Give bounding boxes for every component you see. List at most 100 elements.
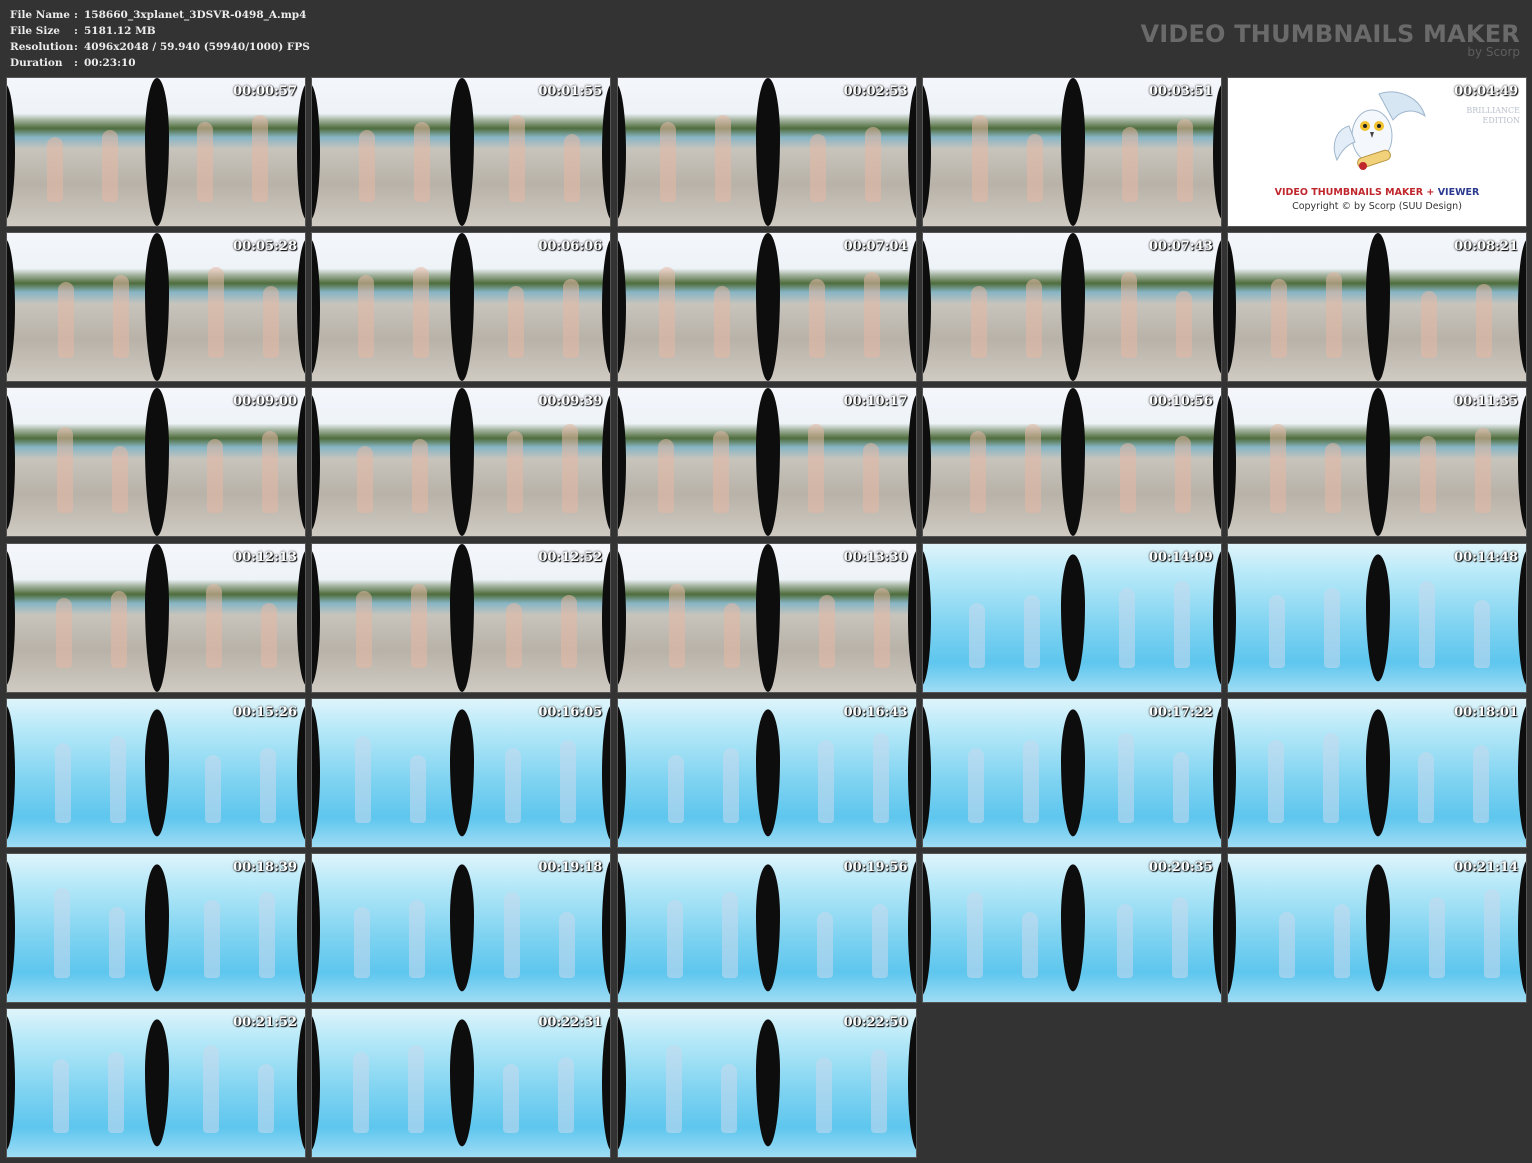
figure-silhouette xyxy=(260,747,276,824)
timestamp-label: 00:01:55 xyxy=(538,84,603,99)
figure-silhouette xyxy=(358,274,375,358)
lens-mask xyxy=(1212,549,1221,686)
figure-silhouette xyxy=(261,602,277,668)
figure-silhouette xyxy=(1484,889,1500,979)
lens-mask xyxy=(617,549,626,686)
lens-mask xyxy=(1518,859,1526,997)
lens-mask xyxy=(755,543,780,692)
timestamp-label: 00:19:56 xyxy=(843,859,908,875)
video-thumbnail[interactable]: 00:09:39 xyxy=(311,387,612,538)
lens-mask xyxy=(617,239,626,376)
figure-silhouette xyxy=(1473,744,1489,824)
video-thumbnail[interactable]: 00:12:52 xyxy=(311,542,612,693)
lens-mask xyxy=(602,1015,611,1152)
figure-silhouette xyxy=(1024,423,1041,513)
edition-line2: EDITION xyxy=(1482,116,1520,125)
lens-mask xyxy=(922,704,931,841)
video-thumbnail[interactable]: 00:01:55 xyxy=(311,77,612,227)
video-thumbnail[interactable]: 00:07:04 xyxy=(616,232,917,383)
video-thumbnail[interactable]: 00:13:30 xyxy=(616,542,917,693)
video-thumbnail[interactable]: 00:05:28 xyxy=(6,232,306,383)
figure-silhouette xyxy=(1271,279,1287,358)
video-thumbnail[interactable]: 00:19:18 xyxy=(311,852,612,1003)
video-thumbnail[interactable]: 00:07:43 xyxy=(921,232,1222,383)
lens-mask xyxy=(907,859,916,997)
video-thumbnail[interactable]: 00:09:00 xyxy=(6,387,306,538)
video-thumbnail[interactable]: 00:14:48 xyxy=(1227,542,1527,693)
info-row: Duration:00:23:10 xyxy=(10,55,310,71)
lens-mask xyxy=(1518,549,1526,686)
figure-silhouette xyxy=(1269,595,1285,668)
logo-thumbnail[interactable]: VIDEO THUMBNAILS MAKER + VIEWER Copyright… xyxy=(1227,77,1527,227)
info-separator: : xyxy=(74,25,78,37)
timestamp-label: 00:16:05 xyxy=(538,704,603,720)
figure-silhouette xyxy=(968,602,985,668)
video-thumbnail[interactable]: 00:16:05 xyxy=(311,697,612,848)
timestamp-label: 00:20:35 xyxy=(1148,859,1213,875)
video-thumbnail[interactable]: 00:21:52 xyxy=(6,1008,306,1159)
timestamp-label: 00:09:00 xyxy=(233,394,297,410)
video-thumbnail[interactable]: 00:00:57 xyxy=(6,77,306,227)
video-thumbnail[interactable]: 00:14:09 xyxy=(921,542,1222,693)
figure-silhouette xyxy=(1120,271,1137,358)
video-thumbnail[interactable]: 00:22:31 xyxy=(311,1008,612,1159)
video-thumbnail[interactable]: 00:06:06 xyxy=(311,232,612,383)
info-label: File Size xyxy=(10,25,60,37)
figure-silhouette xyxy=(259,892,275,979)
figure-silhouette xyxy=(507,431,524,513)
figure-silhouette xyxy=(413,267,430,358)
figure-silhouette xyxy=(1323,732,1339,824)
lens-mask xyxy=(755,233,780,382)
video-thumbnail[interactable]: 00:03:51 xyxy=(921,77,1222,227)
lens-mask xyxy=(1212,704,1221,841)
figure-silhouette xyxy=(862,443,879,513)
figure-silhouette xyxy=(863,271,880,358)
lens-mask xyxy=(617,394,626,531)
figure-silhouette xyxy=(111,590,127,668)
figure-silhouette xyxy=(1171,896,1188,979)
lens-mask xyxy=(1228,549,1236,686)
lens-mask xyxy=(7,859,15,997)
info-separator: : xyxy=(74,41,78,53)
video-thumbnail[interactable]: 00:10:17 xyxy=(616,387,917,538)
info-value: 4096x2048 / 59.940 (59940/1000) FPS xyxy=(84,41,310,53)
video-thumbnail[interactable]: 00:16:43 xyxy=(616,697,917,848)
lens-mask xyxy=(1212,394,1221,531)
figure-silhouette xyxy=(1121,126,1138,203)
video-thumbnail[interactable]: 00:18:39 xyxy=(6,852,306,1003)
lens-mask xyxy=(602,394,611,531)
video-thumbnail[interactable]: 00:19:56 xyxy=(616,852,917,1003)
lens-mask xyxy=(922,83,931,221)
video-thumbnail[interactable]: 00:21:14 xyxy=(1227,852,1527,1003)
logo-product-name: VIDEO THUMBNAILS MAKER + VIEWER xyxy=(1275,187,1480,198)
figure-silhouette xyxy=(970,286,987,358)
video-thumbnail[interactable]: 00:15:26 xyxy=(6,697,306,848)
figure-silhouette xyxy=(809,134,826,203)
lens-mask xyxy=(7,83,15,221)
video-thumbnail[interactable]: 00:22:50 xyxy=(616,1008,917,1159)
video-thumbnail[interactable]: 00:08:21 xyxy=(1227,232,1527,383)
brand-watermark: VIDEO THUMBNAILS MAKER by Scorp xyxy=(1140,20,1520,58)
timestamp-label: 00:22:31 xyxy=(538,1015,603,1031)
video-thumbnail[interactable]: 00:10:56 xyxy=(921,387,1222,538)
video-thumbnail[interactable]: 00:20:35 xyxy=(921,852,1222,1003)
lens-mask xyxy=(7,704,15,841)
video-thumbnail[interactable]: 00:02:53 xyxy=(616,77,917,227)
lens-mask xyxy=(1060,553,1085,682)
brand-title: VIDEO THUMBNAILS MAKER xyxy=(1140,20,1520,48)
figure-silhouette xyxy=(659,122,676,203)
figure-silhouette xyxy=(1176,119,1193,203)
logo-product-blue: VIEWER xyxy=(1437,187,1480,198)
figure-silhouette xyxy=(1116,904,1133,979)
video-thumbnail[interactable]: 00:18:01 xyxy=(1227,697,1527,848)
figure-silhouette xyxy=(1118,587,1135,668)
figure-silhouette xyxy=(667,755,684,824)
figure-silhouette xyxy=(864,126,881,203)
lens-mask xyxy=(450,1019,475,1147)
figure-silhouette xyxy=(665,1044,682,1134)
timestamp-label: 00:21:52 xyxy=(233,1015,297,1031)
video-thumbnail[interactable]: 00:17:22 xyxy=(921,697,1222,848)
video-thumbnail[interactable]: 00:11:35 xyxy=(1227,387,1527,538)
timestamp-label: 00:14:09 xyxy=(1148,549,1213,565)
video-thumbnail[interactable]: 00:12:13 xyxy=(6,542,306,693)
